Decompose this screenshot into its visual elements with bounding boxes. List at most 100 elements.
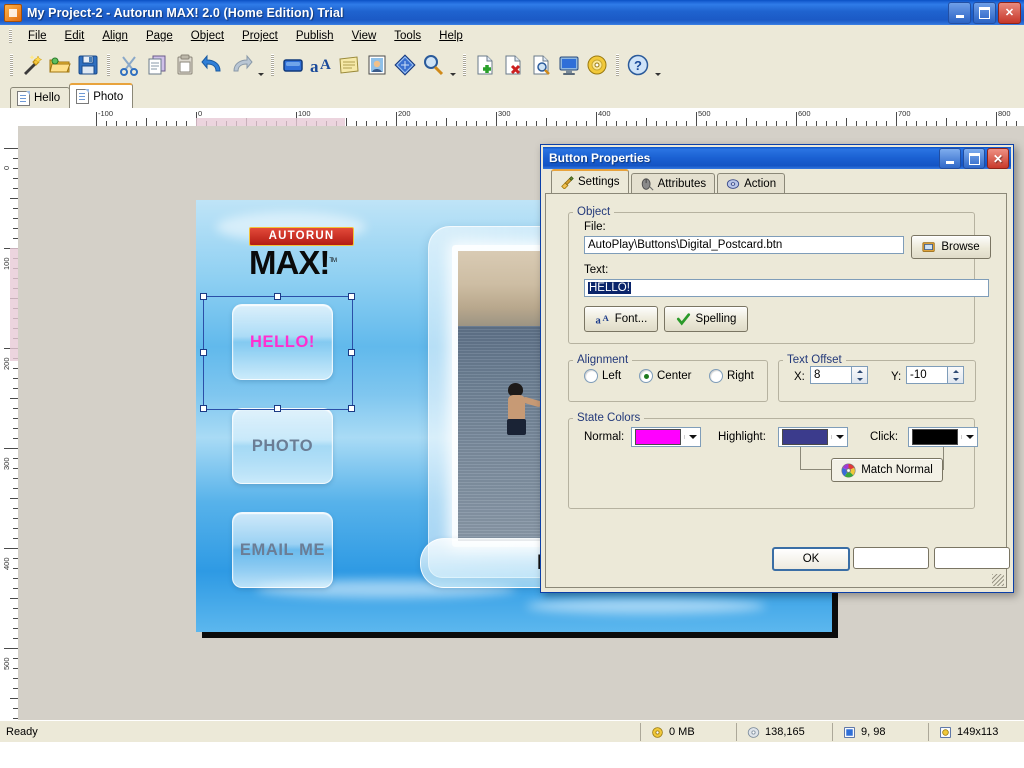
text-input[interactable]: HELLO! — [584, 279, 989, 297]
chevron-down-icon[interactable] — [831, 435, 847, 439]
toolbar-grip-1[interactable] — [10, 54, 13, 76]
selection-handle-ml[interactable] — [200, 349, 207, 356]
match-normal-button[interactable]: Match Normal — [831, 458, 943, 482]
menu-view[interactable]: View — [343, 27, 386, 45]
offset-y-spin-arrows[interactable] — [948, 366, 964, 384]
svg-text:A: A — [320, 57, 331, 73]
image-object-icon[interactable] — [363, 51, 391, 79]
radio-indicator — [584, 369, 598, 383]
save-disk-icon[interactable] — [74, 51, 102, 79]
offset-x-spin-arrows[interactable] — [852, 366, 868, 384]
ruler-label: 300 — [2, 457, 11, 470]
offset-x-input[interactable]: 8 — [810, 366, 852, 384]
undo-dropdown-arrow-icon[interactable] — [255, 50, 266, 81]
toolbar-grip-4[interactable] — [463, 54, 466, 76]
menu-publish[interactable]: Publish — [287, 27, 343, 45]
selection-handle-tl[interactable] — [200, 293, 207, 300]
burn-cd-icon[interactable] — [583, 51, 611, 79]
stage-button-email-me[interactable]: EMAIL ME — [232, 512, 333, 588]
tab-action[interactable]: Action — [717, 173, 785, 193]
zoom-dropdown-arrow-icon[interactable] — [447, 50, 458, 81]
vertical-ruler[interactable]: 0100200300400500 — [0, 126, 19, 720]
undo-arrow-icon[interactable] — [199, 51, 227, 79]
stage-button-photo[interactable]: PHOTO — [232, 408, 333, 484]
resize-grip[interactable] — [992, 574, 1004, 586]
paste-clipboard-icon[interactable] — [171, 51, 199, 79]
alignment-radio-right[interactable]: Right — [709, 369, 754, 383]
alignment-radio-center[interactable]: Center — [639, 369, 692, 383]
new-project-wizard-icon[interactable] — [18, 51, 46, 79]
page-tab-hello[interactable]: Hello — [10, 87, 70, 108]
dialog-restore-icon[interactable] — [963, 148, 985, 169]
selection-handle-br[interactable] — [348, 405, 355, 412]
offset-y-stepper[interactable]: -10 — [906, 366, 964, 384]
ok-button[interactable]: OK — [772, 547, 850, 571]
ruler-label: 400 — [2, 557, 11, 570]
toolbar-grip-3[interactable] — [271, 54, 274, 76]
zoom-magnifier-icon[interactable] — [419, 51, 447, 79]
menu-file[interactable]: File — [19, 27, 56, 45]
text-object-icon[interactable]: a A — [307, 51, 335, 79]
text-offset-group-legend: Text Offset — [783, 354, 846, 366]
button-object-icon[interactable] — [279, 51, 307, 79]
normal-color-swatch — [635, 429, 681, 445]
font-button[interactable]: a A Font... — [584, 306, 658, 332]
toolbar-grip-5[interactable] — [616, 54, 619, 76]
close-icon[interactable]: ✕ — [998, 2, 1021, 24]
main-toolbar: a A — [0, 47, 1024, 84]
toolbar-grip-2[interactable] — [107, 54, 110, 76]
help-question-icon[interactable]: ? — [624, 51, 652, 79]
alignment-radio-left[interactable]: Left — [584, 369, 621, 383]
menu-help[interactable]: Help — [430, 27, 472, 45]
dialog-close-icon[interactable]: ✕ — [987, 148, 1009, 169]
tab-attributes[interactable]: Attributes — [631, 173, 716, 193]
tab-settings[interactable]: Settings — [551, 169, 629, 193]
menu-edit[interactable]: Edit — [56, 27, 94, 45]
label-object-icon[interactable] — [335, 51, 363, 79]
offset-y-input[interactable]: -10 — [906, 366, 948, 384]
delete-page-icon[interactable] — [499, 51, 527, 79]
spin-down-icon — [948, 375, 963, 383]
menubar-grip[interactable] — [9, 29, 12, 43]
selection-handle-mr[interactable] — [348, 349, 355, 356]
click-color-picker[interactable] — [908, 427, 978, 447]
normal-color-picker[interactable] — [631, 427, 701, 447]
offset-x-label: X: — [794, 371, 805, 383]
chevron-down-icon[interactable] — [684, 435, 700, 439]
redo-arrow-icon[interactable] — [227, 51, 255, 79]
selection-handle-tc[interactable] — [274, 293, 281, 300]
selection-handle-tr[interactable] — [348, 293, 355, 300]
browse-button[interactable]: Browse — [911, 235, 991, 259]
help-dropdown-arrow-icon[interactable] — [652, 50, 663, 81]
menu-align[interactable]: Align — [93, 27, 137, 45]
status-cell-dimensions: 149x113 — [928, 723, 1024, 741]
chevron-down-icon[interactable] — [961, 435, 977, 439]
highlight-color-picker[interactable] — [778, 427, 848, 447]
menu-object[interactable]: Object — [182, 27, 233, 45]
cancel-button[interactable] — [853, 547, 929, 569]
offset-x-stepper[interactable]: 8 — [810, 366, 868, 384]
effects-diamond-icon[interactable] — [391, 51, 419, 79]
menu-tools[interactable]: Tools — [385, 27, 430, 45]
cloud-decoration — [526, 598, 766, 614]
spelling-button[interactable]: Spelling — [664, 306, 748, 332]
ruler-label: 500 — [2, 657, 11, 670]
open-folder-icon[interactable] — [46, 51, 74, 79]
menu-page[interactable]: Page — [137, 27, 182, 45]
page-tab-photo[interactable]: Photo — [69, 83, 133, 108]
cut-scissors-icon[interactable] — [115, 51, 143, 79]
dialog-minimize-icon[interactable] — [939, 148, 961, 169]
copy-pages-icon[interactable] — [143, 51, 171, 79]
photo-child-shorts — [507, 419, 526, 435]
help-button[interactable] — [934, 547, 1010, 569]
selection-handle-bl[interactable] — [200, 405, 207, 412]
horizontal-ruler[interactable]: -1000100200300400500600700800 — [18, 108, 1024, 127]
minimize-icon[interactable] — [948, 2, 971, 24]
selection-handle-bc[interactable] — [274, 405, 281, 412]
preview-project-monitor-icon[interactable] — [555, 51, 583, 79]
file-input[interactable]: AutoPlay\Buttons\Digital_Postcard.btn — [584, 236, 904, 254]
new-page-icon[interactable] — [471, 51, 499, 79]
preview-page-icon[interactable] — [527, 51, 555, 79]
restore-icon[interactable] — [973, 2, 996, 24]
menu-project[interactable]: Project — [233, 27, 287, 45]
